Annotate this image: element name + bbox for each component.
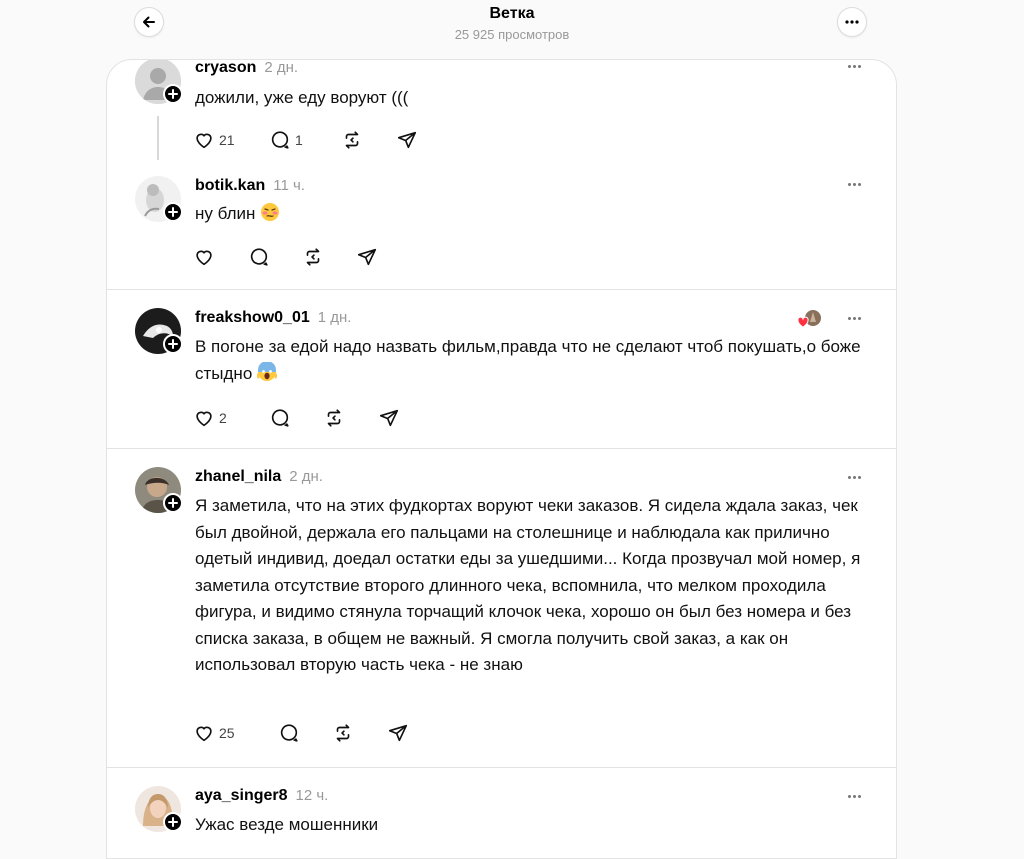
like-button[interactable]: 25 — [193, 721, 235, 745]
post-botik-kan: botik.kan 11 ч. ну блин — [107, 172, 896, 290]
comment-count: 1 — [295, 132, 303, 148]
comment-icon — [271, 131, 289, 149]
plus-icon — [168, 339, 178, 349]
post-more-button[interactable] — [842, 469, 866, 485]
repost-icon — [306, 248, 320, 266]
repost-button[interactable] — [332, 721, 354, 745]
send-icon — [388, 724, 408, 742]
more-dots-icon — [845, 20, 859, 24]
username-text[interactable]: aya_singer8 — [195, 787, 288, 804]
send-icon — [379, 409, 399, 427]
post-text: В погоне за едой надо назвать фильм,прав… — [195, 337, 861, 383]
like-count: 21 — [219, 132, 235, 148]
post-zhanel-nila: zhanel_nila 2 дн. Я заметила, что на этих… — [107, 448, 896, 768]
more-options-button[interactable] — [837, 7, 867, 37]
plus-icon — [168, 89, 178, 99]
username[interactable]: freakshow0_01 1 дн. — [195, 308, 351, 328]
username[interactable]: cryason 2 дн. — [195, 59, 299, 78]
share-button[interactable] — [356, 245, 378, 269]
username[interactable]: zhanel_nila 2 дн. — [195, 467, 323, 487]
post-text-block: ну блин — [195, 201, 880, 228]
like-button[interactable]: 2 — [193, 406, 227, 430]
post-time: 2 дн. — [289, 468, 323, 485]
heart-icon — [196, 250, 212, 266]
top-bar: Ветка 25 925 просмотров — [0, 0, 1024, 58]
send-icon — [397, 131, 417, 149]
post-time: 12 ч. — [295, 787, 329, 804]
comment-button[interactable] — [248, 245, 270, 269]
post-text: дожили, уже еду воруют ((( — [195, 88, 409, 107]
follow-plus-button[interactable] — [163, 84, 183, 104]
like-count: 2 — [219, 410, 227, 426]
share-button[interactable] — [378, 406, 400, 430]
post-text: ну блин — [195, 204, 256, 223]
heart-icon — [196, 133, 212, 149]
post-more-button[interactable] — [842, 60, 866, 74]
like-button[interactable]: 21 — [193, 128, 235, 152]
share-button[interactable] — [396, 128, 418, 152]
username-text[interactable]: zhanel_nila — [195, 468, 281, 485]
comment-button[interactable] — [278, 721, 300, 745]
heart-icon — [196, 411, 212, 427]
view-count: 25 925 просмотров — [454, 27, 570, 42]
heart-reaction-icon — [797, 310, 821, 328]
thread-card: cryason 2 дн. дожили, уже еду воруют ((( … — [106, 59, 897, 859]
comment-icon — [250, 248, 268, 266]
comment-button[interactable]: 1 — [269, 128, 303, 152]
repost-icon — [327, 409, 341, 427]
post-cryason: cryason 2 дн. дожили, уже еду воруют ((( … — [107, 60, 896, 180]
plus-icon — [168, 498, 178, 508]
username-text[interactable]: freakshow0_01 — [195, 309, 310, 326]
repost-icon — [336, 724, 350, 742]
repost-button[interactable] — [341, 128, 363, 152]
woozy-face-emoji-icon — [261, 203, 280, 221]
page-title: Ветка — [489, 5, 535, 22]
repost-icon — [345, 131, 359, 149]
heart-icon — [196, 726, 212, 742]
like-count: 25 — [219, 725, 235, 741]
comment-icon — [271, 409, 289, 427]
post-aya-singer8: aya_singer8 12 ч. Ужас везде мошенники — [107, 767, 896, 858]
repost-button[interactable] — [323, 406, 345, 430]
post-time: 1 дн. — [317, 309, 352, 326]
comment-icon — [280, 724, 298, 742]
post-time: 11 ч. — [273, 177, 305, 194]
header-title-block: Ветка 25 925 просмотров — [0, 4, 1024, 44]
comment-button[interactable] — [269, 406, 291, 430]
follow-plus-button[interactable] — [163, 334, 183, 354]
post-text-block: В погоне за едой надо назвать фильм,прав… — [195, 334, 880, 387]
send-icon — [357, 248, 377, 266]
thread-connector-line — [157, 116, 159, 160]
post-more-button[interactable] — [842, 310, 866, 326]
like-button[interactable] — [193, 245, 215, 269]
repost-button[interactable] — [302, 245, 324, 269]
username-text[interactable]: botik.kan — [195, 177, 265, 194]
username-text[interactable]: cryason — [195, 60, 256, 76]
share-button[interactable] — [387, 721, 409, 745]
plus-icon — [168, 817, 178, 827]
username[interactable]: aya_singer8 12 ч. — [195, 786, 328, 806]
post-more-button[interactable] — [842, 788, 866, 804]
post-more-button[interactable] — [842, 176, 866, 192]
reactions-preview[interactable] — [796, 308, 824, 330]
post-text: Я заметила, что на этих фудкортах воруют… — [195, 496, 861, 674]
follow-plus-button[interactable] — [163, 202, 183, 222]
plus-icon — [168, 207, 178, 217]
post-time: 2 дн. — [264, 59, 299, 76]
post-text: Ужас везде мошенники — [195, 815, 379, 834]
follow-plus-button[interactable] — [163, 812, 183, 832]
post-freakshow0-01: freakshow0_01 1 дн. В погоне за едой надо… — [107, 289, 896, 449]
follow-plus-button[interactable] — [163, 493, 183, 513]
screaming-face-emoji-icon — [257, 361, 278, 381]
username[interactable]: botik.kan 11 ч. — [195, 176, 305, 196]
